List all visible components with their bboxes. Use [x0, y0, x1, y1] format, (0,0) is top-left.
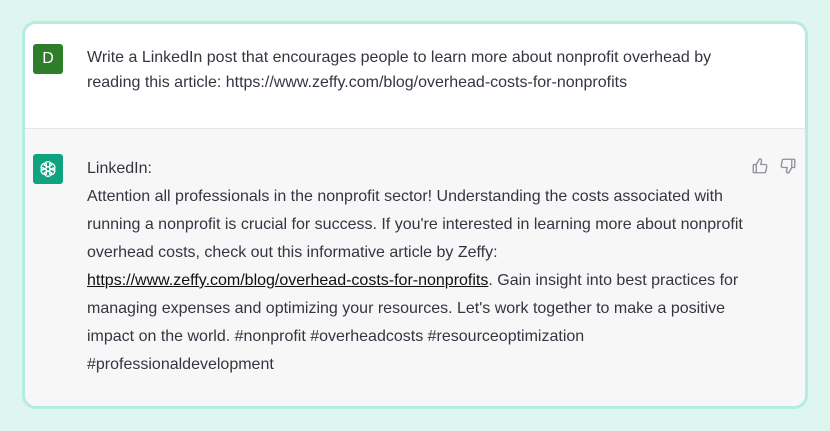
article-link[interactable]: https://www.zeffy.com/blog/overhead-cost… — [87, 272, 488, 289]
user-message: D Write a LinkedIn post that encourages … — [25, 24, 805, 129]
chat-window: D Write a LinkedIn post that encourages … — [22, 21, 808, 409]
assistant-text-before-link: Attention all professionals in the nonpr… — [87, 188, 743, 261]
thumbs-up-icon[interactable] — [751, 157, 769, 175]
thumbs-down-icon[interactable] — [779, 157, 797, 175]
user-message-text: Write a LinkedIn post that encourages pe… — [87, 49, 712, 91]
assistant-message: LinkedIn: Attention all professionals in… — [25, 129, 805, 406]
assistant-heading: LinkedIn: — [87, 160, 152, 177]
user-avatar: D — [33, 44, 63, 74]
feedback-buttons — [751, 157, 797, 175]
assistant-message-text: LinkedIn: Attention all professionals in… — [87, 155, 747, 379]
openai-logo-icon — [33, 154, 63, 184]
assistant-body: Attention all professionals in the nonpr… — [87, 183, 747, 379]
